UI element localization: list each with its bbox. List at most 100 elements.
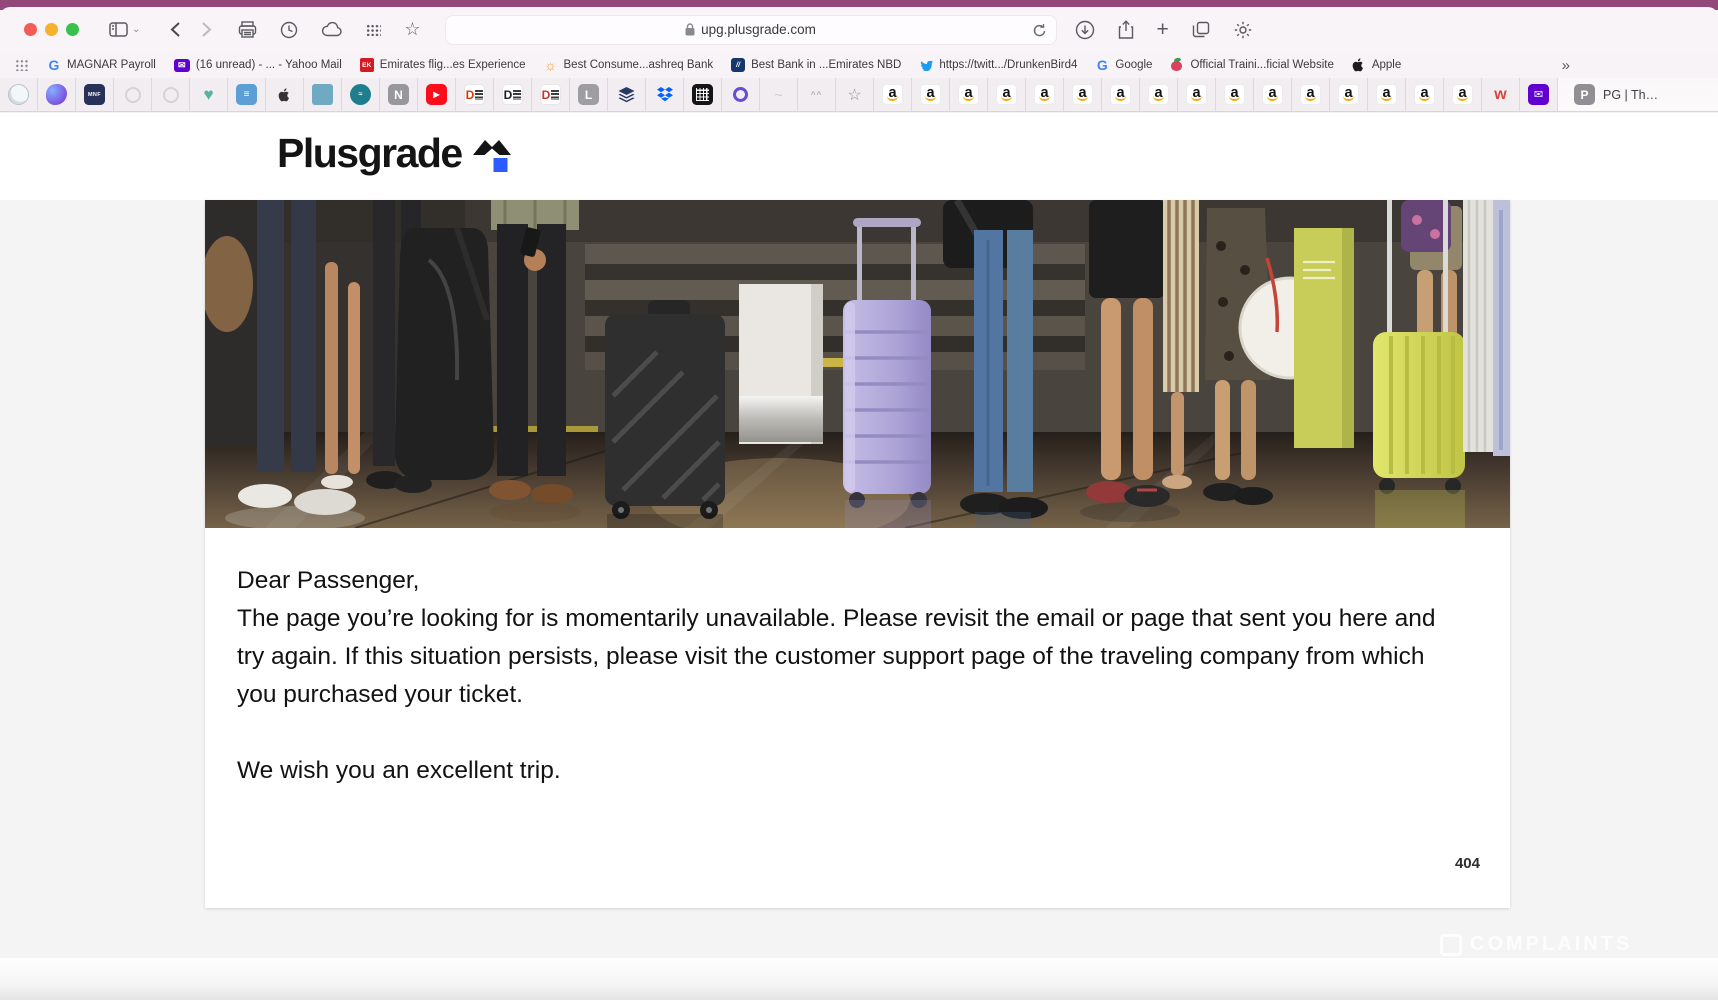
new-tab-icon[interactable]: +: [1157, 19, 1169, 40]
bookmark-label: Best Consume...ashreq Bank: [564, 59, 714, 71]
twitter-icon: [919, 58, 933, 72]
forward-button[interactable]: [201, 21, 212, 38]
cloud-icon[interactable]: [321, 22, 343, 37]
reload-icon[interactable]: [1032, 23, 1047, 38]
pinned-tab-amazon[interactable]: a: [1368, 78, 1406, 111]
pinned-tab-mnf-navy[interactable]: MNF: [76, 78, 114, 111]
settings-gear-icon[interactable]: [1233, 20, 1253, 40]
share-icon[interactable]: [1118, 20, 1134, 40]
pinned-tab-amazon[interactable]: a: [1102, 78, 1140, 111]
pinned-tab-layers-navy[interactable]: [608, 78, 646, 111]
zoom-window-button[interactable]: [66, 23, 79, 36]
star-tab-icon: ☆: [844, 84, 865, 105]
pinned-tab-dropbox[interactable]: [646, 78, 684, 111]
pinned-tab-dolphin[interactable]: ~: [760, 78, 798, 111]
active-tab[interactable]: P PG | Th…: [1558, 78, 1718, 111]
pinned-tab-amazon[interactable]: a: [874, 78, 912, 111]
pinned-tab-swirl-purple[interactable]: [722, 78, 760, 111]
bookmark-item-best-consume-ashreq-bank[interactable]: ☼Best Consume...ashreq Bank: [544, 58, 714, 72]
bookmark-item-magnar-payroll[interactable]: GMAGNAR Payroll: [47, 58, 156, 72]
bookmark-star-icon[interactable]: ☆: [404, 19, 420, 40]
pinned-tab-star-tab[interactable]: ☆: [836, 78, 874, 111]
pinned-tab-office-doc-2[interactable]: D: [494, 78, 532, 111]
pinned-tab-apple[interactable]: [266, 78, 304, 111]
qr-black-icon: [692, 84, 713, 105]
pinned-tab-amazon[interactable]: a: [1330, 78, 1368, 111]
bookmark-item--16-unread-yahoo-mail[interactable]: ✉ (16 unread) - ... - Yahoo Mail: [174, 59, 342, 72]
pinned-tab-amazon[interactable]: a: [1216, 78, 1254, 111]
minimize-window-button[interactable]: [45, 23, 58, 36]
pinned-tab-ai-blob[interactable]: [38, 78, 76, 111]
office-doc-1-icon: D: [464, 84, 485, 105]
bookmark-item-apps[interactable]: [15, 59, 29, 71]
print-icon[interactable]: [238, 21, 257, 38]
pinned-tab-chevrons[interactable]: ^^: [798, 78, 836, 111]
mail-icon: ✉: [174, 59, 190, 72]
pinned-tab-notion-n[interactable]: N: [380, 78, 418, 111]
history-clock-icon[interactable]: [280, 21, 298, 39]
bookmark-item-emirates-flig-es-experience[interactable]: EKEmirates flig...es Experience: [360, 58, 526, 72]
site-header: Plusgrade: [0, 113, 1718, 200]
pinned-tab-amazon[interactable]: a: [1178, 78, 1216, 111]
sidebar-toggle-button[interactable]: [109, 22, 128, 37]
sidebar-chevron-button[interactable]: ⌄: [132, 24, 140, 35]
pinned-tab-youtube[interactable]: ▶: [418, 78, 456, 111]
l-gray-icon: L: [578, 84, 599, 105]
layers-navy-icon: [616, 84, 637, 105]
bookmarks-overflow-button[interactable]: »: [1562, 57, 1570, 74]
amazon-icon: a: [1072, 84, 1093, 105]
downloads-icon[interactable]: [1075, 20, 1095, 40]
pinned-tab-kiosk-blue[interactable]: ≡: [228, 78, 266, 111]
bookmark-item-google[interactable]: GGoogle: [1095, 58, 1152, 72]
amazon-icon: a: [882, 84, 903, 105]
bookmark-label: (16 unread) - ... - Yahoo Mail: [196, 59, 342, 71]
pinned-tab-teal-circle[interactable]: ≈: [342, 78, 380, 111]
pinned-tab-office-doc-3[interactable]: D: [532, 78, 570, 111]
pinned-tab-amazon[interactable]: a: [1292, 78, 1330, 111]
pinned-tab-amazon[interactable]: a: [1254, 78, 1292, 111]
plusgrade-logo: Plusgrade: [277, 133, 512, 180]
pinned-tab-teal-square[interactable]: [304, 78, 342, 111]
bookmark-item-official-traini-ficial-website[interactable]: Official Traini...ficial Website: [1170, 58, 1333, 72]
pinned-tab-mail-purple[interactable]: ✉: [1520, 78, 1558, 111]
pinned-tab-loading[interactable]: [114, 78, 152, 111]
google-g-icon: G: [47, 58, 61, 72]
amazon-icon: a: [1034, 84, 1055, 105]
address-bar[interactable]: upg.plusgrade.com: [445, 15, 1057, 45]
gp-heart-icon: ♥: [198, 84, 219, 105]
bookmark-label: Emirates flig...es Experience: [380, 59, 526, 71]
bookmark-item-apple[interactable]: Apple: [1352, 58, 1401, 72]
message-text: The page you’re looking for is momentari…: [237, 600, 1466, 714]
pinned-tab-office-doc-1[interactable]: D: [456, 78, 494, 111]
pinned-tab-amazon[interactable]: a: [1444, 78, 1482, 111]
pinned-tab-gp-heart[interactable]: ♥: [190, 78, 228, 111]
pinned-tab-w-red[interactable]: w: [1482, 78, 1520, 111]
pinned-tab-amazon[interactable]: a: [1140, 78, 1178, 111]
swirl-purple-icon: [733, 87, 748, 102]
bookmark-label: Best Bank in ...Emirates NBD: [751, 59, 901, 71]
tab-strip: MNF♥≡≈N▶DDDL~^^☆aaaaaaaaaaaaaaaaw✉ P PG …: [0, 78, 1718, 112]
pinned-tab-sketch-globe[interactable]: [0, 78, 38, 111]
office-doc-2-icon: D: [502, 84, 523, 105]
pinned-tab-amazon[interactable]: a: [912, 78, 950, 111]
pinned-tab-amazon[interactable]: a: [950, 78, 988, 111]
pinned-tab-amazon[interactable]: a: [1406, 78, 1444, 111]
bookmark-item-https-twitt-drunkenbird4[interactable]: https://twitt.../DrunkenBird4: [919, 58, 1077, 72]
pinned-tab-amazon[interactable]: a: [1064, 78, 1102, 111]
dolphin-icon: ~: [768, 84, 789, 105]
back-button[interactable]: [170, 21, 181, 38]
bookmark-item-best-bank-in-emirates-nbd[interactable]: //Best Bank in ...Emirates NBD: [731, 58, 901, 72]
pinned-tab-qr-black[interactable]: [684, 78, 722, 111]
error-message-block: Dear Passenger, The page you’re looking …: [205, 528, 1510, 790]
watermark-logo-icon: [1440, 934, 1462, 956]
amazon-icon: a: [1186, 84, 1207, 105]
pinned-tab-loading[interactable]: [152, 78, 190, 111]
pinned-tab-amazon[interactable]: a: [1026, 78, 1064, 111]
youtube-icon: ▶: [426, 84, 447, 105]
tab-copies-icon[interactable]: [1192, 21, 1210, 38]
pinned-tab-amazon[interactable]: a: [988, 78, 1026, 111]
tab-overview-icon[interactable]: [366, 24, 381, 36]
office-doc-3-icon: D: [540, 84, 561, 105]
close-window-button[interactable]: [24, 23, 37, 36]
pinned-tab-l-gray[interactable]: L: [570, 78, 608, 111]
